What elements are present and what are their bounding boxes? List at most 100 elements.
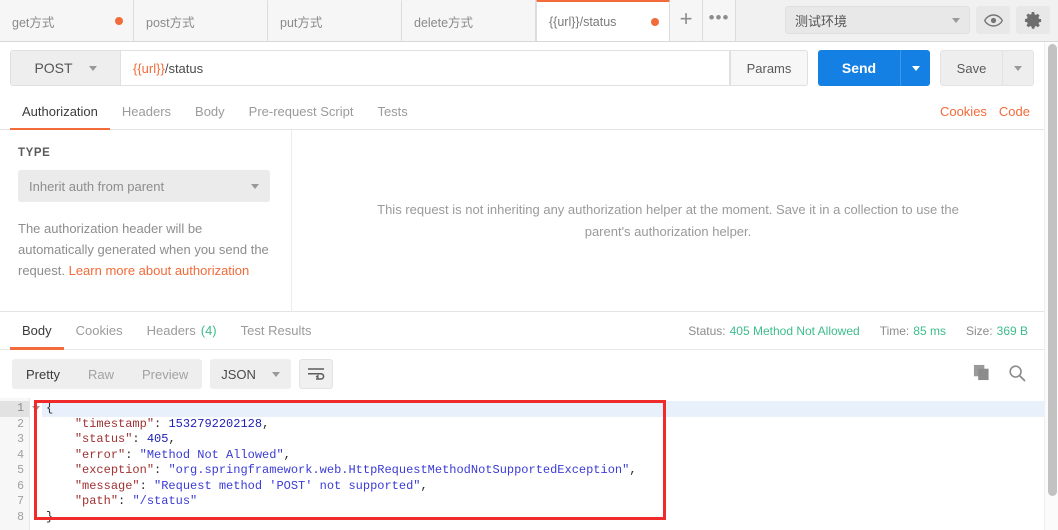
status-value: 405 Method Not Allowed <box>729 323 860 338</box>
fold-toggle-line-1[interactable] <box>30 401 42 417</box>
request-tab-label: {{url}}/status <box>549 14 617 29</box>
request-tab-strip: get方式 post方式 put方式 delete方式 {{url}}/status +… <box>0 0 1058 42</box>
tab-pre-request-script[interactable]: Pre-request Script <box>237 94 366 130</box>
code-token: : <box>125 447 140 462</box>
response-tab-label: Body <box>22 323 52 338</box>
learn-more-link[interactable]: Learn more about authorization <box>69 263 250 278</box>
chevron-down-icon <box>911 65 920 71</box>
send-button[interactable]: Send <box>818 50 900 86</box>
tab-label: Pre-request Script <box>248 104 354 119</box>
environment-selector[interactable]: 测试环境 <box>785 6 970 34</box>
unsaved-indicator-icon <box>651 17 659 26</box>
http-method-value: POST <box>34 60 73 76</box>
chevron-down-icon <box>1014 65 1022 71</box>
code-token: : <box>132 432 147 446</box>
format-tab-raw[interactable]: Raw <box>74 359 128 389</box>
authorization-panel: TYPE Inherit auth from parent The author… <box>0 130 1044 312</box>
code-token: : <box>139 478 155 493</box>
settings-button[interactable] <box>1016 6 1050 34</box>
save-options-button[interactable] <box>1002 50 1034 86</box>
response-tabs-list: Body Cookies Headers (4) Test Results <box>10 312 323 350</box>
more-options-label: ••• <box>708 7 730 27</box>
code-token: : <box>118 494 133 508</box>
save-button[interactable]: Save <box>940 50 1002 86</box>
code-line: "message": "Request method 'POST' not su… <box>42 479 1044 495</box>
request-section-tabs: Authorization Headers Body Pre-request Scri… <box>0 94 1044 131</box>
response-tab-test-results[interactable]: Test Results <box>229 313 324 349</box>
authorization-empty-pane: This request is not inheriting any autho… <box>292 130 1044 311</box>
response-tab-headers[interactable]: Headers (4) <box>135 313 229 349</box>
request-tab-3[interactable]: delete方式 <box>402 0 536 41</box>
request-tab-0[interactable]: get方式 <box>0 0 134 41</box>
request-tab-label: put方式 <box>280 15 323 30</box>
format-tab-pretty[interactable]: Pretty <box>12 359 74 389</box>
response-body-viewer[interactable]: 12 3 4 5 6 7 8 { "timestamp": 1532792202128, "… <box>0 398 1044 530</box>
request-tab-label: delete方式 <box>414 15 474 30</box>
code-token: "message" <box>74 478 140 493</box>
tab-headers[interactable]: Headers <box>110 94 183 130</box>
cookies-link[interactable]: Cookies <box>940 104 987 119</box>
code-token: , <box>420 478 428 493</box>
code-line: } <box>42 510 1044 526</box>
new-tab-button[interactable]: + <box>670 0 703 41</box>
response-tab-body[interactable]: Body <box>10 313 64 350</box>
response-language-selector[interactable]: JSON <box>210 359 291 389</box>
tab-more-options-button[interactable]: ••• <box>703 0 736 41</box>
code-token: : <box>154 416 169 431</box>
response-tab-label: Test Results <box>240 323 312 338</box>
tab-authorization[interactable]: Authorization <box>10 94 110 131</box>
request-tab-4[interactable]: {{url}}/status <box>536 0 670 41</box>
code-fold-column <box>30 398 42 530</box>
vertical-scrollbar[interactable] <box>1044 42 1058 530</box>
gear-icon <box>1024 11 1041 29</box>
code-line: "path": "/status" <box>42 494 1044 510</box>
request-tab-2[interactable]: put方式 <box>268 0 402 41</box>
http-method-selector[interactable]: POST <box>10 50 120 86</box>
status-badge: Status: 405 Method Not Allowed <box>688 324 859 338</box>
authorization-empty-note: This request is not inheriting any autho… <box>377 201 959 239</box>
time-value: 85 ms <box>913 323 946 338</box>
response-view-toggle: Pretty Raw Preview <box>12 359 203 389</box>
search-button[interactable] <box>1008 364 1026 385</box>
code-link[interactable]: Code <box>999 104 1030 119</box>
line-number: 7 <box>17 495 24 508</box>
copy-button[interactable] <box>973 364 990 384</box>
url-input[interactable]: {{url}}/status <box>120 50 730 86</box>
request-tabs-links: Cookies Code <box>940 104 1044 119</box>
auth-type-value: Inherit auth from parent <box>29 178 165 194</box>
code-token: "path" <box>74 494 119 508</box>
environment-name: 测试环境 <box>795 13 848 29</box>
word-wrap-button[interactable] <box>298 359 333 389</box>
url-bar: POST {{url}}/status Params Send Save <box>0 42 1044 94</box>
auth-type-selector[interactable]: Inherit auth from parent <box>18 170 270 202</box>
request-tab-1[interactable]: post方式 <box>134 0 268 41</box>
tab-body[interactable]: Body <box>183 94 237 130</box>
code-token: "org.springframework.web.HttpRequestMeth… <box>168 463 630 477</box>
code-token: , <box>629 463 637 477</box>
response-tab-label: Headers <box>146 323 196 338</box>
request-tabs-container: get方式 post方式 put方式 delete方式 {{url}}/status <box>0 0 670 41</box>
scrollbar-thumb[interactable] <box>1048 44 1057 496</box>
response-section-tabs: Body Cookies Headers (4) Test Results Status… <box>0 312 1044 350</box>
format-tab-preview[interactable]: Preview <box>128 359 202 389</box>
environment-quick-look-button[interactable] <box>976 6 1010 34</box>
tab-tests[interactable]: Tests <box>365 94 419 130</box>
line-number: 1 <box>0 401 29 417</box>
code-line: "timestamp": 1532792202128, <box>42 417 1044 433</box>
code-token: , <box>283 447 291 462</box>
code-token: "error" <box>74 447 126 462</box>
code-line: "status": 405, <box>42 432 1044 448</box>
code-token: "Request method 'POST' not supported" <box>154 478 421 493</box>
response-tab-cookies[interactable]: Cookies <box>64 313 135 349</box>
params-button[interactable]: Params <box>730 50 808 86</box>
send-options-button[interactable] <box>900 50 930 86</box>
line-number: 6 <box>17 479 24 493</box>
postman-window: get方式 post方式 put方式 delete方式 {{url}}/status +… <box>0 0 1058 530</box>
response-tab-count: (4) <box>200 323 217 338</box>
save-label: Save <box>956 60 987 76</box>
request-tabs-list: Authorization Headers Body Pre-request Scri… <box>10 94 420 131</box>
size-badge: Size: 369 B <box>966 324 1028 338</box>
